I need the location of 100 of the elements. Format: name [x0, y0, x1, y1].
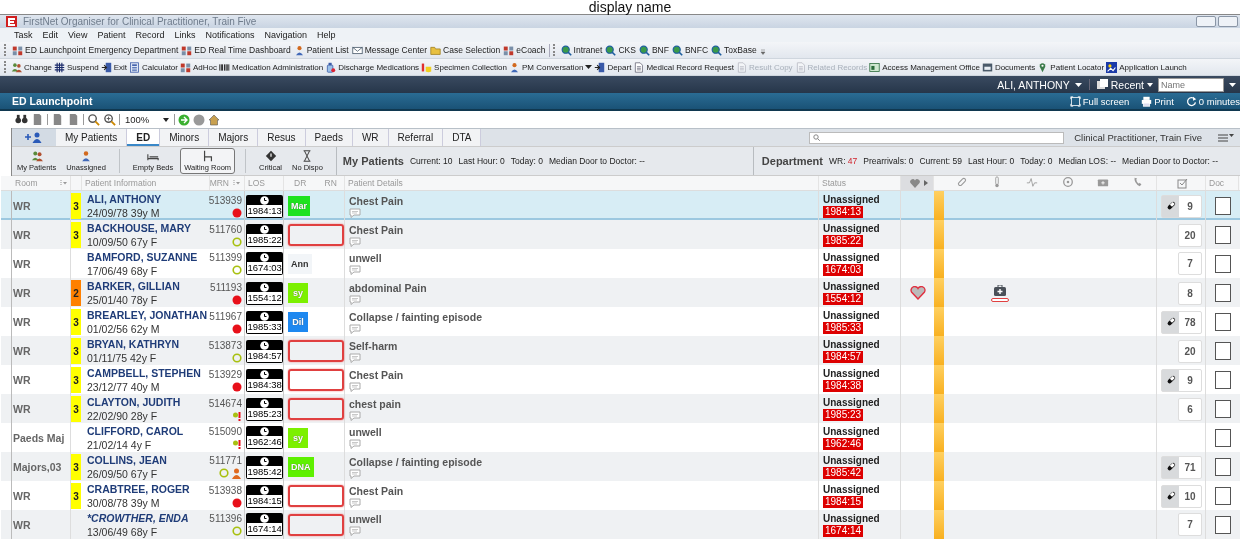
count-badge[interactable]: 7	[1178, 252, 1202, 275]
toolbar-button[interactable]: Print	[1141, 95, 1174, 107]
toolbar-button[interactable]: ED Real Time Dashboard	[181, 44, 291, 56]
minimize-button[interactable]	[1196, 16, 1216, 27]
patient-name[interactable]: BACKHOUSE, MARY	[87, 222, 192, 234]
tab[interactable]: Paeds	[305, 129, 353, 146]
search-field[interactable]	[809, 131, 1065, 144]
menu-item[interactable]: Record	[135, 30, 165, 40]
toolbar-button[interactable]: Case Selection	[430, 44, 501, 56]
doc-checkbox[interactable]	[1214, 197, 1231, 215]
doctor-tag[interactable]: Dil	[288, 312, 308, 332]
toolbar-button[interactable]: Application Launch	[1106, 61, 1187, 73]
doc-checkbox[interactable]	[1214, 226, 1231, 244]
heart-icon[interactable]	[909, 286, 926, 300]
doc-checkbox[interactable]	[1214, 458, 1231, 476]
tab[interactable]: Majors	[209, 129, 259, 146]
doc-checkbox[interactable]	[1214, 515, 1231, 534]
doc-checkbox[interactable]	[1214, 313, 1231, 331]
toolbar-button[interactable]: Suspend	[54, 61, 99, 73]
toolbar-button[interactable]: Patient Locator	[1037, 61, 1105, 73]
tab[interactable]: WR	[352, 129, 389, 146]
tab[interactable]: Resus	[258, 129, 306, 146]
tab[interactable]: My Patients	[56, 129, 128, 146]
patient-name[interactable]: ALI, ANTHONY	[87, 193, 162, 205]
doctor-field[interactable]	[288, 224, 344, 246]
count-badge[interactable]: 78	[1161, 310, 1202, 334]
toolbar-button[interactable]: Emergency Department	[88, 45, 179, 55]
table-row[interactable]: WR *CROWTHER, ENDA 13/06/49 68y F 511396 1674:14 unwell Unassigned 1674:14 7	[1, 510, 1240, 539]
toolbar-button[interactable]: Message Center	[351, 44, 428, 56]
toolbar-button[interactable]: BNF	[638, 44, 669, 56]
menu-item[interactable]: Task	[14, 30, 33, 40]
doc-checkbox[interactable]	[1214, 428, 1231, 447]
doc-checkbox[interactable]	[1214, 371, 1231, 389]
count-badge[interactable]: 6	[1178, 397, 1202, 421]
zoom-dropdown[interactable]: 100%	[123, 114, 172, 125]
doc-checkbox[interactable]	[1214, 284, 1231, 302]
toolbar-button[interactable]: eCoach	[503, 44, 546, 56]
toolbar-button[interactable]: PM Conversation	[509, 61, 593, 73]
toolbar-button[interactable]: Discharge Medications	[325, 61, 420, 73]
doctor-tag[interactable]: Ann	[288, 253, 312, 274]
toolbar-button[interactable]: Patient List	[293, 44, 349, 56]
patient-name[interactable]: COLLINS, JEAN	[87, 454, 167, 466]
count-badge[interactable]: 20	[1178, 223, 1202, 247]
count-badge[interactable]: 9	[1161, 368, 1202, 392]
menu-item[interactable]: View	[68, 30, 88, 40]
menu-item[interactable]: Edit	[42, 30, 59, 40]
menu-item[interactable]: Links	[174, 30, 196, 40]
count-badge[interactable]: 10	[1161, 484, 1202, 508]
doctor-field[interactable]	[288, 398, 344, 420]
restore-button[interactable]	[1218, 16, 1238, 27]
doc-checkbox[interactable]	[1214, 400, 1231, 418]
toolbar-button[interactable]: CKS	[605, 44, 636, 56]
patient-name[interactable]: BRYAN, KATHRYN	[87, 338, 179, 350]
toolbar-button[interactable]: Exit	[100, 61, 127, 73]
menu-item[interactable]: Notifications	[205, 30, 255, 40]
tab[interactable]: DTA	[443, 129, 482, 146]
doctor-field[interactable]	[288, 340, 344, 362]
toolbar-button[interactable]: BNFC	[671, 44, 709, 56]
toolbar-button[interactable]: ToxBase	[711, 44, 757, 56]
doctor-field[interactable]	[288, 485, 344, 507]
toolbar-button[interactable]: Depart	[594, 61, 632, 73]
count-badge[interactable]: 71	[1161, 455, 1202, 479]
menu-button[interactable]	[1218, 133, 1234, 142]
name-search-field[interactable]: Name	[1158, 77, 1224, 92]
tab[interactable]: Referral	[388, 129, 444, 146]
toolbar-button[interactable]: Medication Administration	[219, 61, 324, 73]
toolbar-button[interactable]: 0 minutes	[1185, 95, 1240, 107]
patient-name[interactable]: BAMFORD, SUZANNE	[87, 250, 198, 263]
patient-name[interactable]: CRABTREE, ROGER	[87, 483, 190, 495]
toolbar-button[interactable]: Documents	[981, 61, 1036, 73]
patient-name[interactable]: CLIFFORD, CAROL	[87, 424, 184, 437]
patient-name[interactable]: BREARLEY, JONATHAN	[87, 309, 207, 321]
toolbar-button[interactable]: Medical Record Request	[633, 61, 734, 73]
patient-name[interactable]: *CROWTHER, ENDA	[87, 511, 189, 524]
patient-name[interactable]: CAMPBELL, STEPHEN	[87, 367, 201, 379]
toolbar-button[interactable]: AdHoc	[180, 61, 217, 73]
doctor-field[interactable]	[288, 513, 344, 536]
toolbar-button[interactable]: Access Management Office	[869, 61, 980, 73]
tab[interactable]: Minors	[160, 129, 210, 146]
doctor-field[interactable]	[288, 369, 344, 391]
doc-checkbox[interactable]	[1214, 254, 1231, 273]
user-name[interactable]: ALI, ANTHONY	[997, 78, 1070, 91]
toolbar-button[interactable]: Calculator	[128, 61, 178, 73]
doc-checkbox[interactable]	[1214, 487, 1231, 505]
toolbar-button[interactable]: Specimen Collection	[421, 61, 508, 73]
patient-name[interactable]: BARKER, GILLIAN	[87, 280, 180, 292]
tab[interactable]: ED	[127, 129, 161, 146]
count-badge[interactable]: 8	[1178, 281, 1202, 305]
toolbar-button[interactable]: ED Launchpoint	[12, 44, 86, 56]
count-badge[interactable]: 9	[1161, 194, 1202, 218]
menu-item[interactable]: Help	[317, 30, 336, 40]
toolbar-button[interactable]: Change	[11, 61, 53, 73]
recent-button[interactable]: Recent	[1096, 78, 1153, 91]
add-patient-button[interactable]	[12, 129, 56, 146]
patient-name[interactable]: CLAYTON, JUDITH	[87, 396, 181, 408]
toolbar-button[interactable]: Intranet	[560, 44, 603, 56]
count-badge[interactable]: 20	[1178, 339, 1202, 363]
toolbar-button[interactable]: Full screen	[1069, 95, 1130, 107]
count-badge[interactable]: 7	[1178, 513, 1202, 536]
menu-item[interactable]: Patient	[97, 30, 126, 40]
